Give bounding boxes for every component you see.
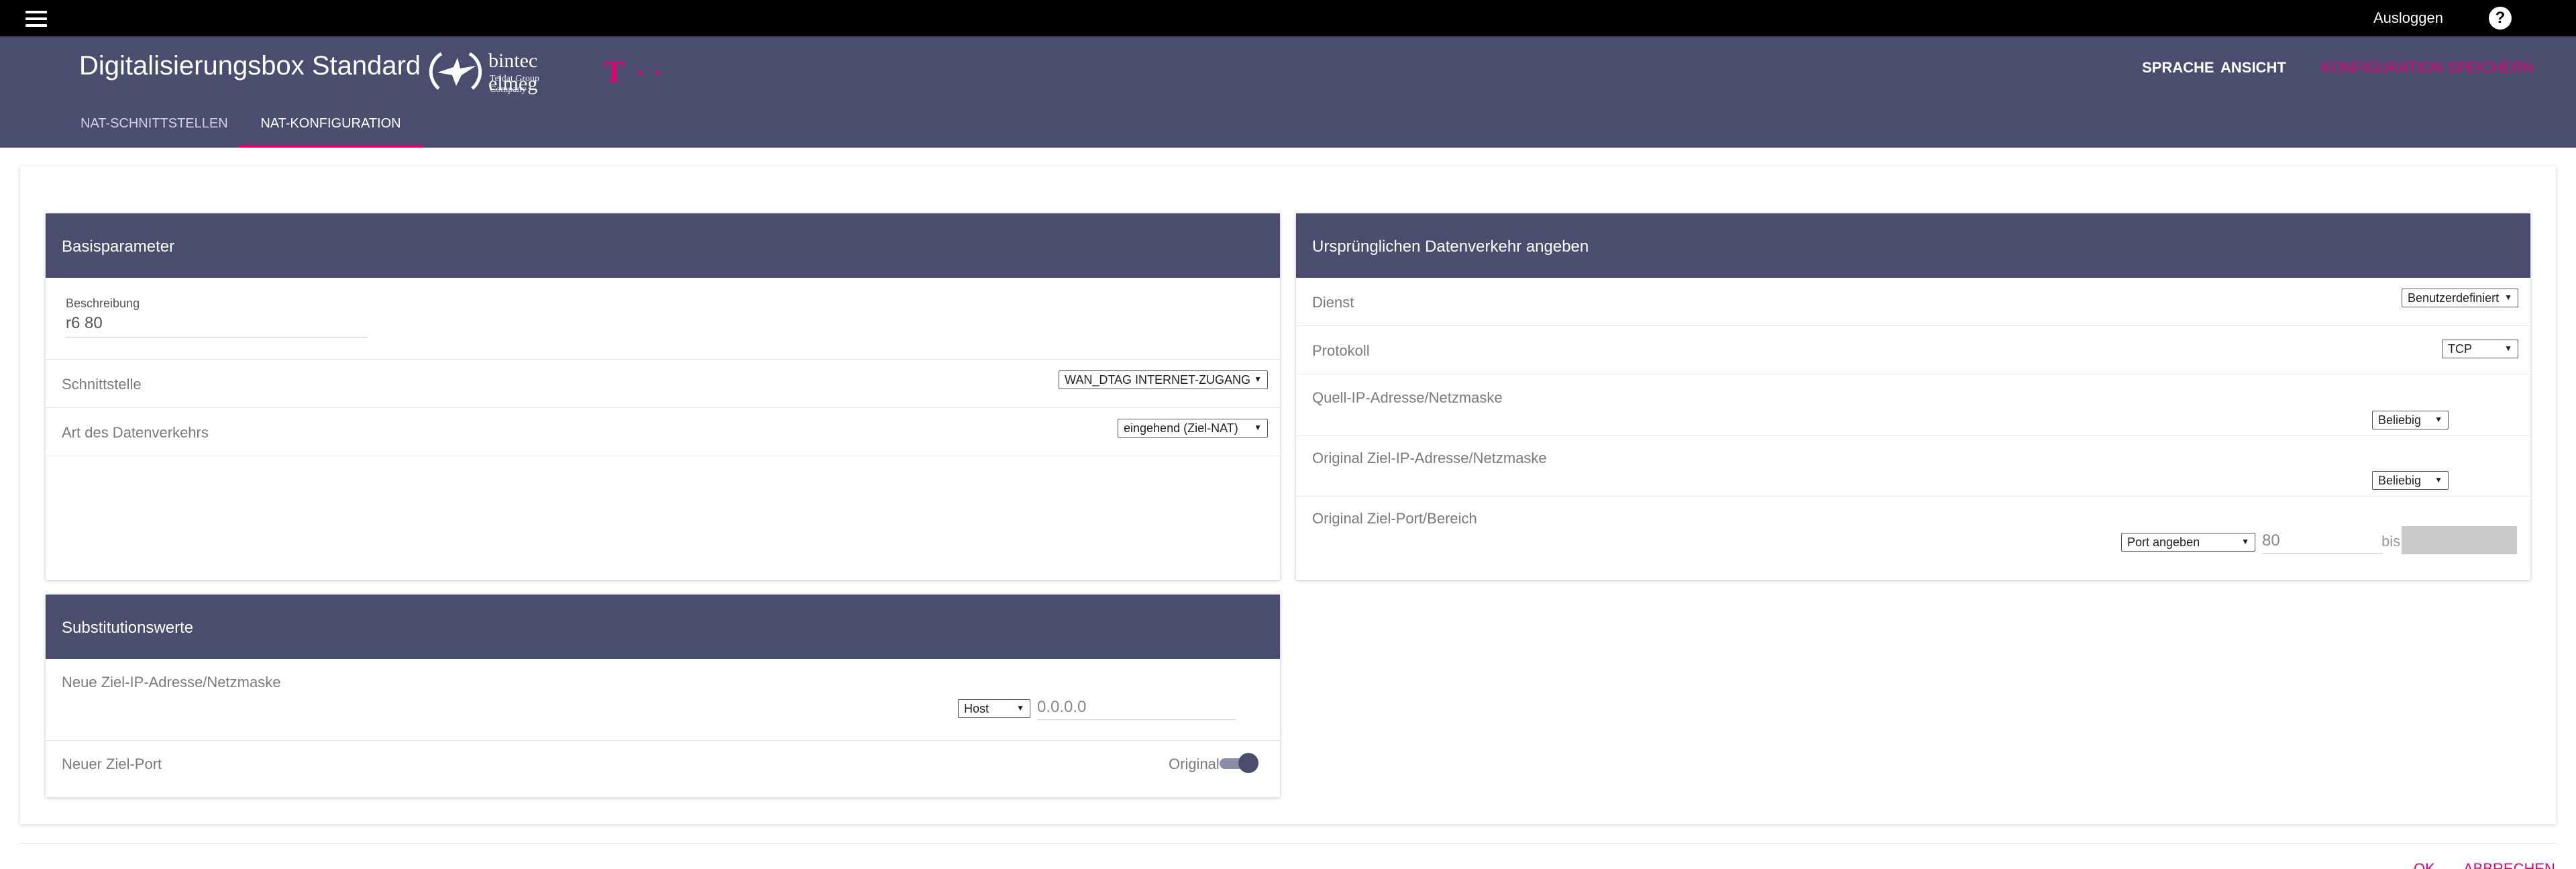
save-config-link[interactable]: KONFIGURATION SPEICHERN (2321, 59, 2533, 76)
dest-ip-select[interactable]: Beliebig (2372, 471, 2449, 490)
substitution-panel-title: Substitutionswerte (46, 595, 1280, 659)
new-port-toggle-label: Original (1169, 756, 1220, 772)
ok-button[interactable]: OK (2414, 860, 2435, 869)
service-label: Dienst (1312, 294, 1354, 311)
basis-panel: Basisparameter Beschreibung r6 80 Schnit… (46, 213, 1280, 580)
protocol-label: Protokoll (1312, 342, 1370, 359)
original-panel-title: Ursprünglichen Datenverkehr angeben (1296, 213, 2530, 278)
substitution-panel: Substitutionswerte Neue Ziel-IP-Adresse/… (46, 595, 1280, 797)
basis-panel-title: Basisparameter (46, 213, 1280, 278)
new-port-toggle[interactable] (1220, 753, 1258, 773)
dest-port-label: Original Ziel-Port/Bereich (1312, 510, 1477, 527)
original-traffic-panel: Ursprünglichen Datenverkehr angeben Dien… (1296, 213, 2530, 580)
traffic-select[interactable]: eingehend (Ziel-NAT) (1118, 419, 1268, 438)
footer-divider (20, 843, 2556, 844)
port-to-input[interactable] (2402, 526, 2517, 554)
dest-ip-label: Original Ziel-IP-Adresse/Netzmaske (1312, 450, 1547, 466)
source-ip-select[interactable]: Beliebig (2372, 411, 2449, 429)
protocol-select[interactable]: TCP (2442, 340, 2518, 358)
brand-subtitle: Teldat Group Company (490, 74, 540, 95)
interface-label: Schnittstelle (62, 376, 142, 393)
menu-icon[interactable] (25, 11, 47, 27)
bird-logo-icon (429, 52, 482, 90)
service-row: Dienst Benutzerdefiniert (1296, 278, 2530, 326)
telekom-logo: T (604, 54, 625, 89)
interface-select[interactable]: WAN_DTAG INTERNET-ZUGANG (1059, 370, 1268, 389)
port-input-underline (2262, 553, 2383, 554)
description-row: Beschreibung r6 80 (46, 278, 1280, 360)
top-bar: Ausloggen ? (0, 0, 2576, 38)
description-underline (66, 337, 368, 338)
app-header: Digitalisierungsbox Standard bintec elme… (0, 38, 2576, 148)
service-select[interactable]: Benutzerdefiniert (2402, 289, 2518, 307)
tab-nat-configuration[interactable]: NAT-KONFIGURATION (239, 110, 423, 148)
dest-port-row: Original Ziel-Port/Bereich Port angeben … (1296, 497, 2530, 580)
new-ip-input[interactable]: 0.0.0.0 (1037, 698, 1086, 717)
telekom-dots: • • (637, 64, 664, 81)
view-link[interactable]: ANSICHT (2220, 59, 2286, 76)
toggle-knob (1238, 753, 1258, 773)
new-port-label: Neuer Ziel-Port (62, 756, 162, 772)
source-ip-label: Quell-IP-Adresse/Netzmaske (1312, 389, 1503, 406)
new-ip-label: Neue Ziel-IP-Adresse/Netzmaske (62, 674, 281, 691)
new-ip-row: Neue Ziel-IP-Adresse/Netzmaske Host 0.0.… (46, 659, 1280, 741)
source-ip-row: Quell-IP-Adresse/Netzmaske Beliebig (1296, 374, 2530, 436)
traffic-label: Art des Datenverkehrs (62, 424, 209, 441)
traffic-row: Art des Datenverkehrs eingehend (Ziel-NA… (46, 408, 1280, 456)
description-label: Beschreibung (66, 297, 140, 310)
logout-link[interactable]: Ausloggen (2373, 9, 2443, 27)
new-ip-underline (1037, 719, 1236, 720)
port-mode-select[interactable]: Port angeben (2121, 533, 2255, 552)
bintec-elmeg-logo: bintec elmeg Teldat Group Company (423, 43, 577, 97)
tab-nat-interfaces[interactable]: NAT-SCHNITTSTELLEN (80, 110, 228, 148)
description-input[interactable]: r6 80 (66, 314, 103, 333)
protocol-row: Protokoll TCP (1296, 326, 2530, 374)
app-title: Digitalisierungsbox Standard (79, 51, 421, 81)
port-input[interactable]: 80 (2262, 531, 2280, 550)
new-port-row: Neuer Ziel-Port Original (46, 741, 1280, 797)
interface-row: Schnittstelle WAN_DTAG INTERNET-ZUGANG (46, 360, 1280, 408)
new-ip-mode-select[interactable]: Host (958, 699, 1030, 718)
port-to-label: bis (2381, 533, 2401, 550)
language-link[interactable]: SPRACHE (2142, 59, 2214, 76)
help-icon[interactable]: ? (2489, 7, 2512, 30)
cancel-button[interactable]: ABBRECHEN (2463, 860, 2555, 869)
dest-ip-row: Original Ziel-IP-Adresse/Netzmaske Belie… (1296, 436, 2530, 497)
